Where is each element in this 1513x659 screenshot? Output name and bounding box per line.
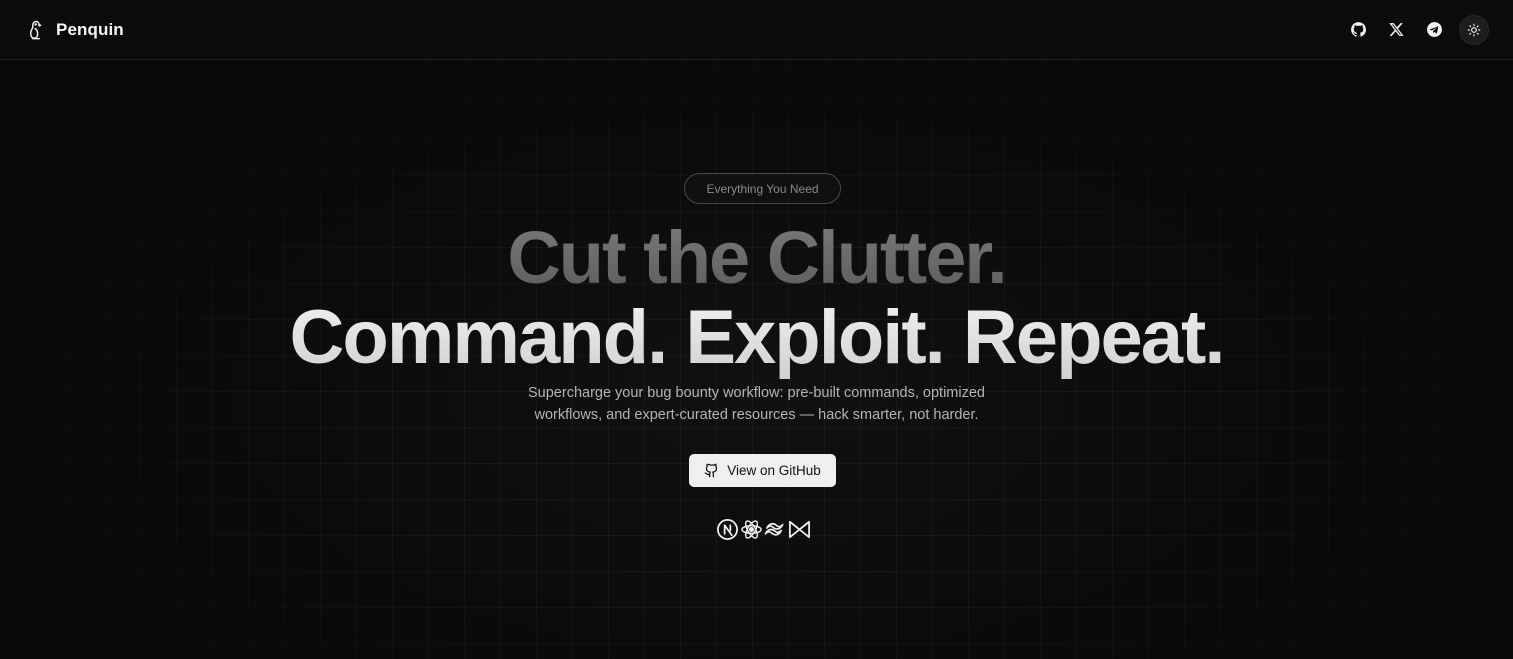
tailwind-icon [764, 517, 787, 541]
nextjs-icon [716, 517, 739, 541]
motion-icon [788, 517, 811, 541]
x-icon[interactable] [1381, 15, 1411, 45]
github-outline-icon [704, 463, 719, 478]
headline-line-2: Command. Exploit. Repeat. [0, 293, 1513, 383]
view-on-github-button[interactable]: View on GitHub [689, 454, 836, 487]
github-icon[interactable] [1343, 15, 1373, 45]
page: Penquin Everything You Need Cut the Clut… [0, 0, 1513, 659]
hero-description-line-1: Supercharge your bug bounty workflow: pr… [528, 385, 985, 401]
headline-line-1: Cut the Clutter. [0, 213, 1513, 303]
brand-name: Penquin [56, 19, 124, 39]
sun-icon[interactable] [1459, 14, 1489, 45]
penguin-logo-icon [26, 19, 46, 41]
react-icon [740, 517, 763, 541]
top-navbar: Penquin [0, 0, 1513, 60]
hero-description-line-2: workflows, and expert-curated resources … [534, 407, 979, 423]
brand-link[interactable]: Penquin [26, 19, 124, 41]
social-nav [1343, 14, 1489, 45]
tech-stack-icons [716, 517, 811, 541]
hero-badge: Everything You Need [684, 173, 841, 204]
telegram-icon[interactable] [1419, 15, 1449, 45]
hero-section: Everything You Need Cut the Clutter. Com… [0, 61, 1513, 659]
hero-description: Supercharge your bug bounty workflow: pr… [0, 382, 1513, 426]
view-on-github-label: View on GitHub [727, 463, 821, 478]
